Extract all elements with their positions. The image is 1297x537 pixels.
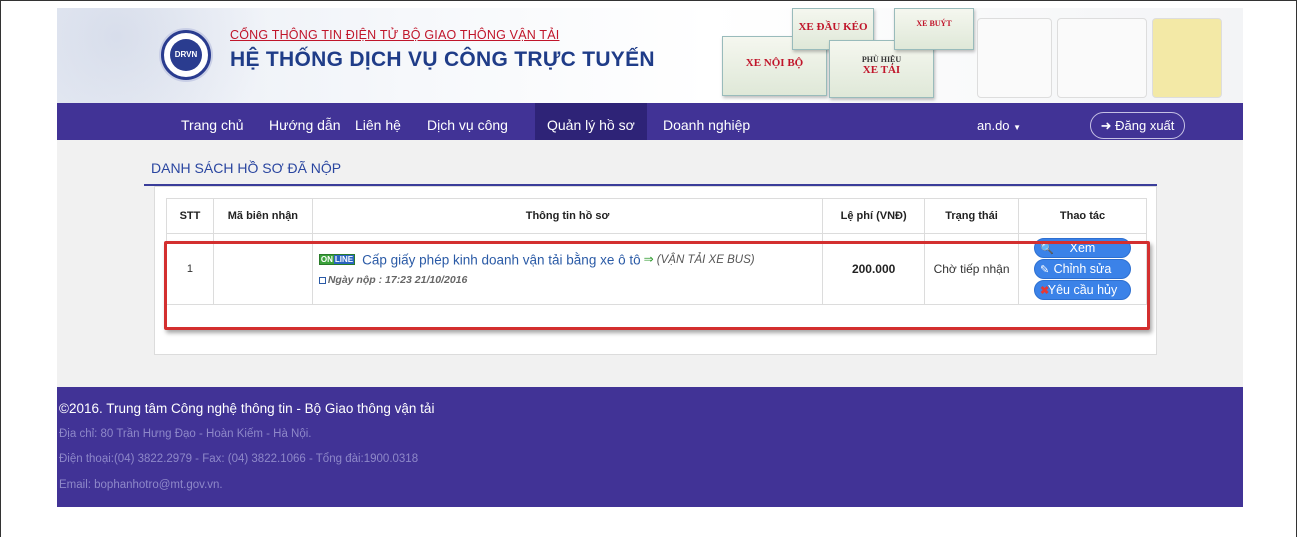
- logout-button[interactable]: ➜ Đăng xuất: [1090, 112, 1185, 139]
- sign-out-icon: ➜: [1100, 118, 1112, 133]
- logo-text: DRVN: [170, 39, 202, 71]
- footer-phone: Điện thoại:(04) 3822.2979 - Fax: (04) 38…: [59, 453, 419, 465]
- card-xe-buyt: XE BUÝT: [894, 8, 974, 50]
- col-fee: Lệ phí (VNĐ): [822, 198, 926, 234]
- truck-image: [1057, 18, 1147, 98]
- col-actions: Thao tác: [1018, 198, 1147, 234]
- site-footer: ©2016. Trung tâm Công nghệ thông tin - B…: [57, 387, 1243, 507]
- row-highlight-box: [164, 241, 1150, 330]
- logout-label: Đăng xuất: [1115, 118, 1175, 133]
- col-info: Thông tin hồ sơ: [311, 198, 824, 234]
- section-title: DANH SÁCH HỒ SƠ ĐÃ NỘP: [151, 160, 342, 176]
- footer-email: Email: bophanhotro@mt.gov.vn.: [59, 479, 223, 491]
- user-name: an.do: [977, 118, 1010, 133]
- card-xe-tai-label: XE TẢI: [862, 64, 901, 76]
- drvn-logo[interactable]: DRVN: [161, 30, 211, 80]
- portal-title[interactable]: CỔNG THÔNG TIN ĐIỆN TỬ BỘ GIAO THÔNG VẬN…: [230, 28, 559, 42]
- footer-copyright: ©2016. Trung tâm Công nghệ thông tin - B…: [59, 401, 435, 416]
- header-banner: DRVN CỔNG THÔNG TIN ĐIỆN TỬ BỘ GIAO THÔN…: [57, 8, 1243, 103]
- system-title[interactable]: HỆ THỐNG DỊCH VỤ CÔNG TRỰC TUYẾN: [230, 48, 655, 72]
- table-header-row: STT Mã biên nhận Thông tin hồ sơ Lệ phí …: [166, 198, 1147, 234]
- col-status: Trạng thái: [924, 198, 1019, 234]
- col-stt: STT: [166, 198, 214, 234]
- col-receipt: Mã biên nhận: [212, 198, 313, 234]
- bus-image: [977, 18, 1052, 98]
- caret-down-icon: ▼: [1013, 123, 1022, 132]
- bus-image-2: [1152, 18, 1222, 98]
- card-phu-hieu-label: PHÙ HIỆU: [861, 55, 902, 64]
- footer-address: Địa chỉ: 80 Trần Hưng Đạo - Hoàn Kiếm - …: [59, 428, 312, 440]
